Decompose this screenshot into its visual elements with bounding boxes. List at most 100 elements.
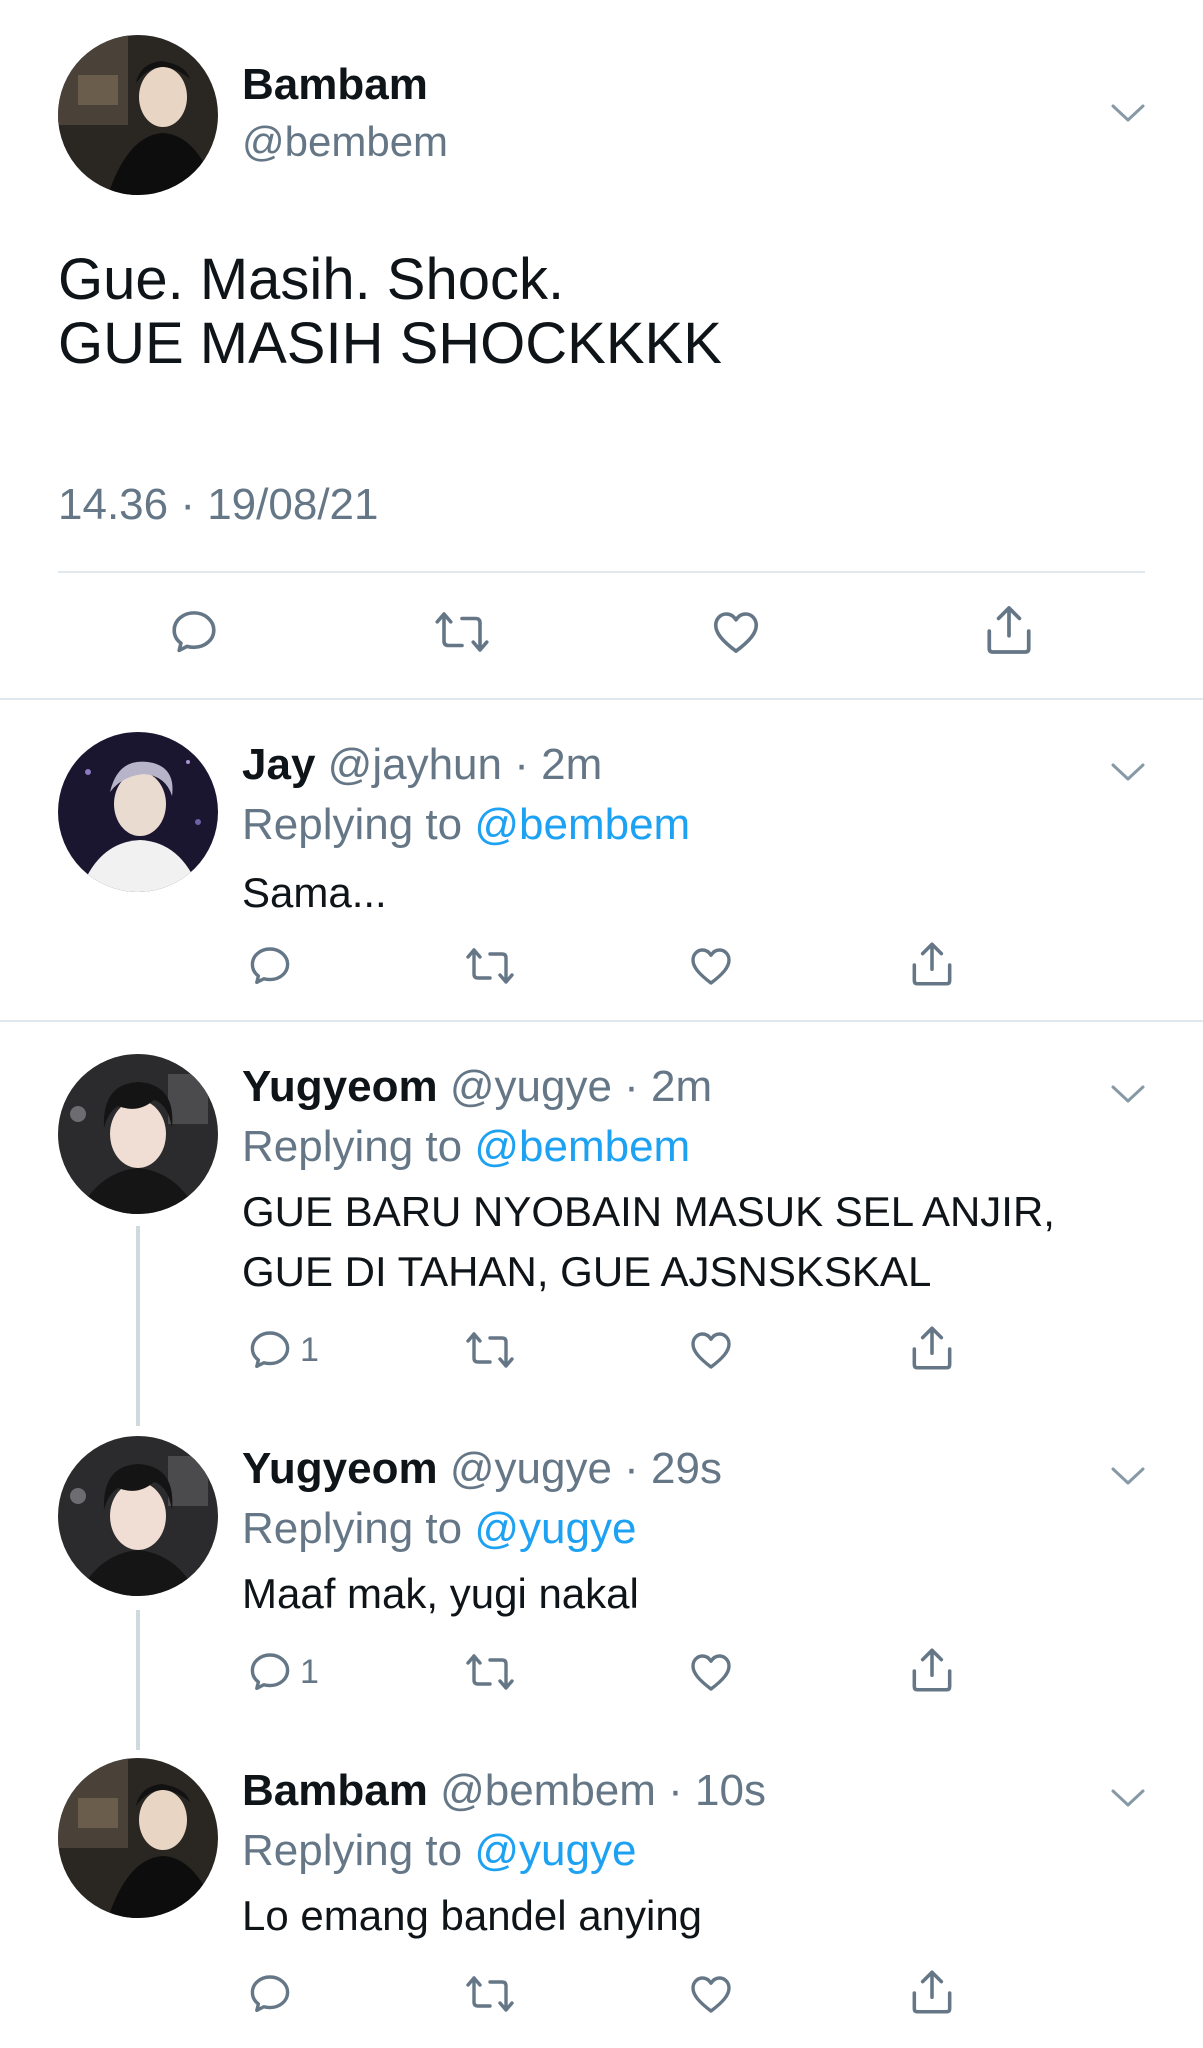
reply-text: Sama... [242,863,387,923]
author-name[interactable]: Bambam [242,60,428,110]
tweet-text-line: GUE MASIH SHOCKKKK [58,311,722,376]
chevron-down-icon[interactable] [1110,103,1146,125]
divider [58,571,1145,573]
author-handle[interactable]: @yugye [450,1444,612,1493]
reply-header: Jay @jayhun · 2m [242,740,602,790]
action-bar [0,1970,1203,2026]
reply-count: 1 [300,1330,319,1369]
share-button[interactable] [907,1644,957,1696]
share-icon [912,1970,952,2014]
avatar-photo [58,35,218,195]
avatar[interactable] [58,1436,218,1596]
action-bar [0,942,1203,998]
tweet-text: Gue. Masih. Shock. GUE MASIH SHOCKKKK [58,248,722,376]
reply-button[interactable] [246,942,300,990]
reply-time: · 2m [624,1062,713,1111]
like-button[interactable] [686,1648,736,1696]
avatar-photo [58,1436,218,1596]
reply-tweet[interactable]: Yugyeom @yugye · 29s Replying to @yugye … [0,1404,1203,1726]
mention-link[interactable]: @bembem [474,800,690,849]
retweet-icon [466,1332,514,1368]
chevron-down-icon[interactable] [1110,1466,1146,1488]
main-tweet: Bambam @bembem Gue. Masih. Shock. GUE MA… [0,0,1203,700]
reply-text: Maaf mak, yugi nakal [242,1564,639,1624]
avatar[interactable] [58,35,218,195]
avatar-photo [58,1054,218,1214]
share-button[interactable] [907,1322,957,1374]
reply-text: Lo emang bandel anying [242,1886,702,1946]
retweet-icon [466,1976,514,2012]
share-icon [912,942,952,986]
author-name[interactable]: Yugyeom [242,1444,438,1493]
avatar-photo [58,732,218,892]
author-handle[interactable]: @jayhun [328,740,502,789]
retweet-button[interactable] [463,1970,517,2018]
reply-icon [250,1975,290,2013]
share-button[interactable] [907,938,957,990]
mention-link[interactable]: @yugye [474,1504,636,1553]
share-icon [987,606,1031,654]
reply-count: 1 [300,1652,319,1691]
chevron-down-icon[interactable] [1110,1084,1146,1106]
replying-to: Replying to @yugye [242,1504,636,1554]
heart-icon [691,1976,731,2013]
like-button[interactable] [708,605,764,659]
tweet-timestamp[interactable]: 14.36 · 19/08/21 [58,480,378,530]
action-bar: 1 [0,1648,1203,1704]
share-button[interactable] [907,1966,957,2018]
mention-link[interactable]: @yugye [474,1826,636,1875]
like-button[interactable] [686,1326,736,1374]
reply-time: · 2m [514,740,603,789]
avatar[interactable] [58,732,218,892]
reply-text-line: GUE BARU NYOBAIN MASUK SEL ANJIR, [242,1188,1055,1235]
reply-time: · 29s [624,1444,722,1493]
retweet-button[interactable] [463,1648,517,1696]
author-name[interactable]: Yugyeom [242,1062,438,1111]
reply-icon [250,1331,290,1369]
author-handle[interactable]: @yugye [450,1062,612,1111]
author-handle[interactable]: @bembem [242,118,448,166]
reply-text-line: Maaf mak, yugi nakal [242,1570,639,1617]
chevron-down-icon[interactable] [1110,1788,1146,1810]
share-button[interactable] [981,601,1037,659]
replying-to: Replying to @bembem [242,1122,690,1172]
avatar[interactable] [58,1054,218,1214]
author-name[interactable]: Bambam [242,1766,428,1815]
share-icon [912,1648,952,1692]
chevron-down-icon[interactable] [1110,762,1146,784]
reply-header: Bambam @bembem · 10s [242,1766,766,1816]
like-button[interactable] [686,1970,736,2018]
heart-icon [691,1654,731,1691]
reply-tweet[interactable]: Jay @jayhun · 2m Replying to @bembem Sam… [0,700,1203,1020]
reply-button[interactable] [167,605,221,659]
retweet-icon [466,1654,514,1690]
replying-to: Replying to @bembem [242,800,690,850]
mention-link[interactable]: @bembem [474,1122,690,1171]
retweet-button[interactable] [432,605,492,659]
like-button[interactable] [686,942,736,990]
replying-label: Replying to [242,1122,475,1171]
reply-tweet[interactable]: Bambam @bembem · 10s Replying to @yugye … [0,1726,1203,2048]
reply-time: · 10s [668,1766,766,1815]
author-handle[interactable]: @bembem [440,1766,656,1815]
author-name[interactable]: Jay [242,740,315,789]
avatar-photo [58,1758,218,1918]
reply-text-line: Lo emang bandel anying [242,1892,703,1939]
action-bar: 1 [0,1326,1203,1382]
reply-tweet[interactable]: Yugyeom @yugye · 2m Replying to @bembem … [0,1022,1203,1402]
reply-text-line: Sama... [242,869,387,916]
heart-icon [691,1332,731,1369]
avatar[interactable] [58,1758,218,1918]
heart-icon [691,948,731,985]
reply-button[interactable] [246,1970,300,2018]
reply-button[interactable]: 1 [246,1648,319,1696]
retweet-button[interactable] [463,942,517,990]
retweet-button[interactable] [463,1326,517,1374]
reply-icon [250,947,290,985]
reply-button[interactable]: 1 [246,1326,319,1374]
replying-label: Replying to [242,1504,475,1553]
replying-to: Replying to @yugye [242,1826,636,1876]
heart-icon [713,612,759,653]
reply-icon [250,1653,290,1691]
action-bar [0,605,1203,665]
